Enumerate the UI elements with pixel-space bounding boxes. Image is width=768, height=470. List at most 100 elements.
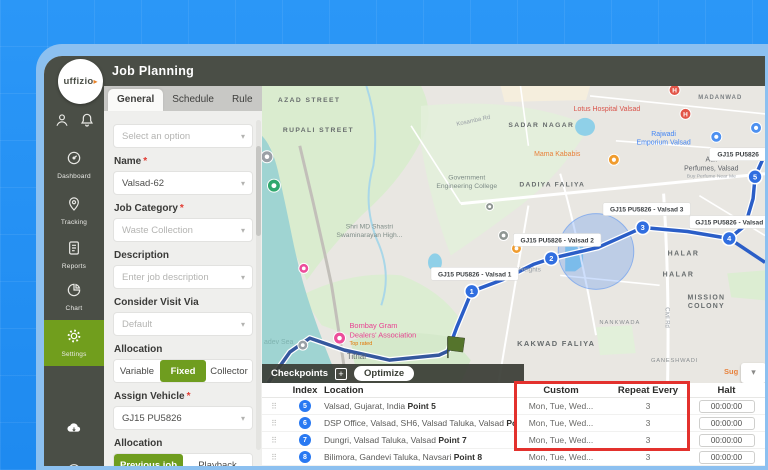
- halt-time-input[interactable]: [699, 417, 755, 430]
- user-icon[interactable]: [54, 112, 70, 133]
- table-header-row: Index Location Custom Repeat Every Halt: [262, 383, 765, 398]
- route-waypoint[interactable]: 2: [544, 251, 558, 265]
- map-place-label: AZAD STREET: [278, 97, 341, 104]
- checkpoint-row: ⠿ 8 Bilimora, Gandevi Taluka, Navsari Po…: [262, 449, 765, 466]
- map-place-label: HALAR: [663, 271, 695, 278]
- drag-handle-icon[interactable]: ⠿: [262, 436, 286, 445]
- cloud-update-icon[interactable]: [44, 416, 104, 440]
- sidebar: Dashboard Tracking Reports Chart Setting…: [44, 86, 104, 466]
- optimize-button[interactable]: Optimize: [354, 366, 414, 381]
- halt-time-input[interactable]: [699, 451, 755, 464]
- name-label: Name*: [114, 156, 252, 167]
- tab-general[interactable]: General: [108, 89, 163, 111]
- route-waypoint[interactable]: 1: [465, 284, 479, 298]
- form-scrollbar[interactable]: [256, 120, 261, 450]
- poi-marker[interactable]: [262, 151, 273, 163]
- allocation-mode-toggle: Variable Fixed Collector: [113, 359, 253, 383]
- sidebar-item-reports[interactable]: Reports: [44, 236, 104, 274]
- repeat-every-cell[interactable]: 3: [608, 401, 688, 411]
- add-checkpoint-button[interactable]: +: [335, 368, 347, 380]
- map-green-area: [727, 270, 765, 300]
- repeat-every-cell[interactable]: 3: [608, 435, 688, 445]
- consider-visit-via-label: Consider Visit Via: [114, 297, 252, 308]
- allocation-option-previous-job[interactable]: Previous job: [114, 454, 183, 466]
- allocation-option-playback[interactable]: Playback: [183, 454, 252, 466]
- description-label: Description: [114, 250, 252, 261]
- route-label: GJ15 PU5826: [709, 148, 765, 161]
- halt-time-input[interactable]: [699, 434, 755, 447]
- poi-marker[interactable]: [711, 131, 722, 142]
- header-repeat-every: Repeat Every: [608, 385, 688, 396]
- poi-marker[interactable]: H: [669, 86, 680, 95]
- svg-text:1: 1: [470, 287, 474, 296]
- route-waypoint[interactable]: 4: [722, 232, 736, 246]
- tab-schedule[interactable]: Schedule: [163, 89, 223, 111]
- custom-days-cell[interactable]: Mon, Tue, Wed...: [514, 418, 608, 428]
- route-waypoint[interactable]: 5: [748, 170, 762, 184]
- sidebar-item-settings[interactable]: Settings: [44, 320, 104, 366]
- allocation-option-variable[interactable]: Variable: [114, 360, 160, 382]
- sidebar-item-chart[interactable]: Chart: [44, 278, 104, 316]
- map-place-label: KAKWAD FALIYA: [517, 339, 595, 348]
- assign-vehicle-select[interactable]: GJ15 PU5826: [113, 406, 253, 430]
- map-canvas[interactable]: HHAZAD STREETRUPALI STREETKosamba RdGove…: [262, 86, 765, 383]
- allocation-option-fixed[interactable]: Fixed: [160, 360, 206, 382]
- map-place-label: Top rated: [349, 341, 372, 347]
- headset-support-icon[interactable]: [44, 458, 104, 466]
- consider-visit-via-select[interactable]: Default: [113, 312, 253, 336]
- sidebar-item-tracking[interactable]: Tracking: [44, 192, 104, 230]
- map-collapse-control[interactable]: [741, 363, 765, 383]
- map-area: HHAZAD STREETRUPALI STREETKosamba RdGove…: [262, 86, 765, 466]
- drag-handle-icon[interactable]: ⠿: [262, 453, 286, 462]
- svg-text:H: H: [683, 111, 688, 118]
- bell-icon[interactable]: [79, 112, 95, 133]
- custom-days-cell[interactable]: Mon, Tue, Wed...: [514, 435, 608, 445]
- form-tabs: General Schedule Rule: [104, 86, 262, 111]
- halt-time-input[interactable]: [699, 400, 755, 413]
- poi-marker[interactable]: [751, 122, 762, 133]
- allocation-option-collector[interactable]: Collector: [206, 360, 252, 382]
- tab-rule[interactable]: Rule: [223, 89, 262, 111]
- map-place-label: Civil Rd: [664, 307, 670, 328]
- location-cell: Dungri, Valsad Taluka, Valsad Point 7: [324, 435, 514, 445]
- sidebar-item-dashboard[interactable]: Dashboard: [44, 146, 104, 184]
- map-place-label: Lotus Hospital Valsad: [574, 106, 641, 113]
- uffizio-logo[interactable]: uffizio▸: [58, 59, 103, 104]
- poi-marker[interactable]: [486, 203, 494, 211]
- map-place-label: Tithal: [347, 352, 366, 361]
- location-cell: Valsad, Gujarat, India Point 5: [324, 401, 514, 411]
- poi-marker[interactable]: [298, 340, 308, 350]
- checkpoints-table: Index Location Custom Repeat Every Halt …: [262, 383, 765, 466]
- drag-handle-icon[interactable]: ⠿: [262, 402, 286, 411]
- repeat-every-cell[interactable]: 3: [608, 418, 688, 428]
- description-input[interactable]: Enter job description: [113, 265, 253, 289]
- gear-icon: [66, 328, 82, 349]
- location-cell: Bilimora, Gandevi Taluka, Navsari Point …: [324, 452, 514, 462]
- pie-chart-icon: [66, 282, 82, 303]
- custom-days-cell[interactable]: Mon, Tue, Wed...: [514, 452, 608, 462]
- poi-marker[interactable]: [334, 332, 346, 344]
- checkpoint-row: ⠿ 7 Dungri, Valsad Taluka, Valsad Point …: [262, 432, 765, 449]
- route-waypoint[interactable]: 3: [636, 221, 650, 235]
- allocation-mode-label: Allocation: [114, 344, 252, 355]
- repeat-every-cell[interactable]: 3: [608, 452, 688, 462]
- poi-marker[interactable]: [499, 231, 509, 241]
- svg-text:GJ15 PU5826 - Valsad: GJ15 PU5826 - Valsad: [695, 220, 763, 227]
- poi-marker[interactable]: [299, 263, 309, 273]
- map-place-label: RUPALI STREET: [283, 127, 354, 134]
- custom-days-cell[interactable]: Mon, Tue, Wed...: [514, 401, 608, 411]
- option-select[interactable]: Select an option: [113, 124, 253, 148]
- index-badge: 7: [299, 434, 311, 446]
- name-select[interactable]: Valsad-62: [113, 171, 253, 195]
- poi-marker[interactable]: [608, 154, 619, 165]
- titlebar: Job Planning: [44, 56, 765, 86]
- poi-marker[interactable]: [267, 179, 280, 192]
- poi-marker[interactable]: H: [680, 108, 691, 119]
- drag-handle-icon[interactable]: ⠿: [262, 419, 286, 428]
- svg-text:3: 3: [641, 223, 645, 232]
- assign-vehicle-label: Assign Vehicle*: [114, 391, 252, 402]
- checkpoints-toolbar: Checkpoints + Optimize: [262, 364, 524, 383]
- svg-text:5: 5: [753, 172, 757, 181]
- job-category-select[interactable]: Waste Collection: [113, 218, 253, 242]
- index-badge: 8: [299, 451, 311, 463]
